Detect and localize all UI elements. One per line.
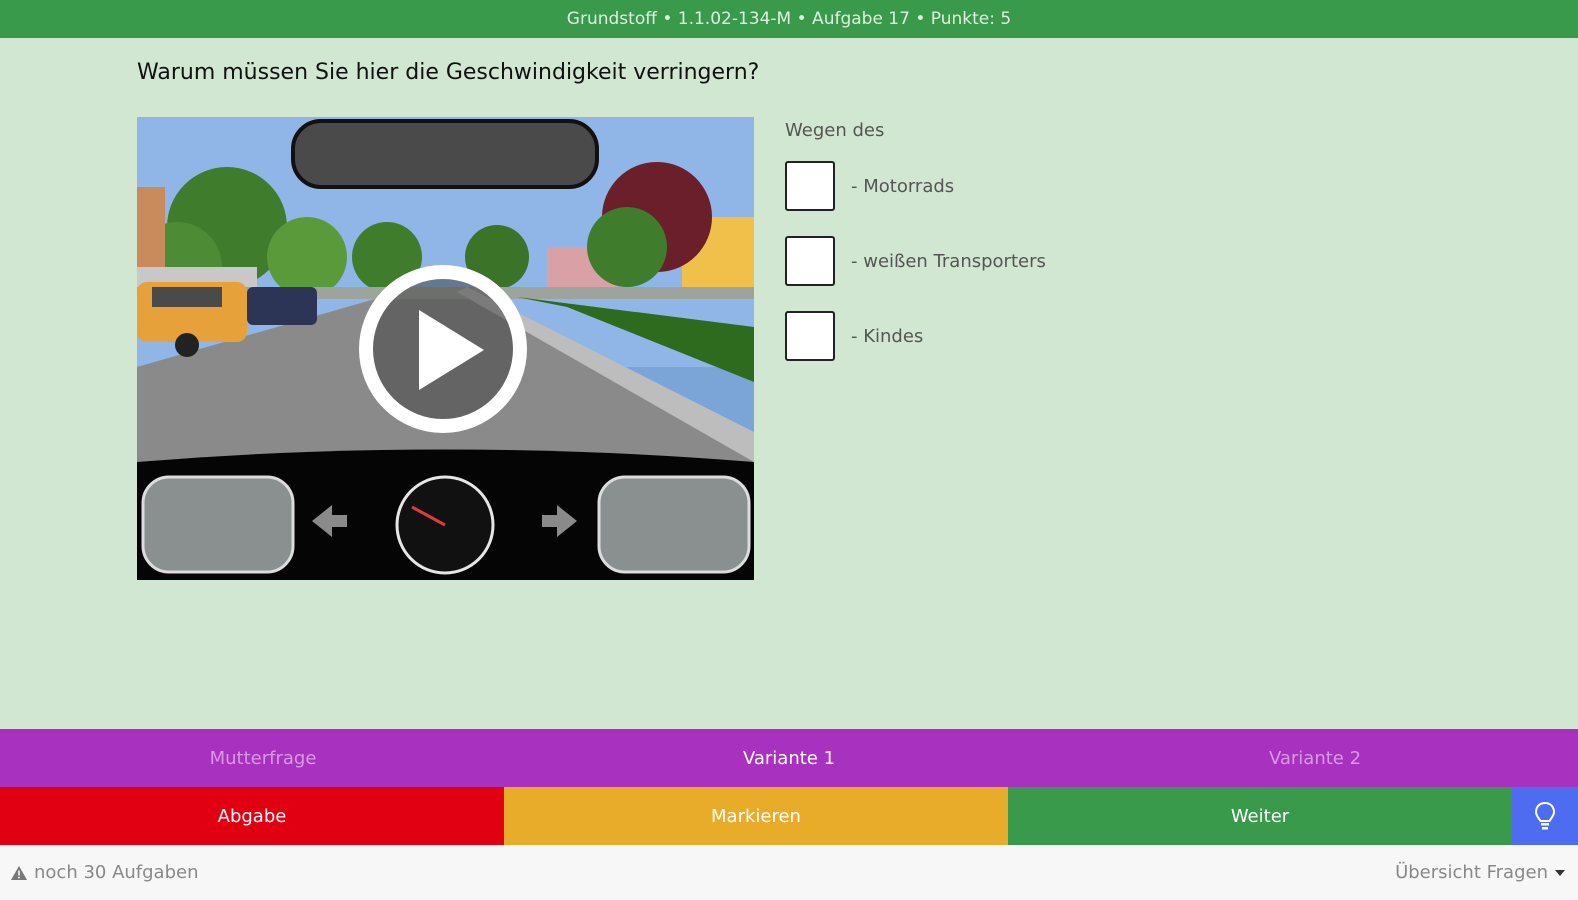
answer-text-1: - Motorrads bbox=[851, 175, 955, 197]
tab-variante-1[interactable]: Variante 1 bbox=[526, 729, 1052, 787]
header-title: Grundstoff • 1.1.02-134-M • Aufgabe 17 •… bbox=[566, 9, 1012, 29]
answer-panel: Wegen des - Motorrads - weißen Transport… bbox=[785, 118, 1046, 386]
overview-label: Übersicht Fragen bbox=[1395, 862, 1548, 883]
action-bar: Abgabe Markieren Weiter bbox=[0, 787, 1578, 845]
variant-tabs: Mutterfrage Variante 1 Variante 2 bbox=[0, 729, 1578, 787]
answer-option-2[interactable]: - weißen Transporters bbox=[785, 236, 1046, 286]
answer-checkbox-3[interactable] bbox=[785, 311, 835, 361]
header-bar: Grundstoff • 1.1.02-134-M • Aufgabe 17 •… bbox=[0, 0, 1578, 38]
answer-checkbox-1[interactable] bbox=[785, 161, 835, 211]
question-text: Warum müssen Sie hier die Geschwindigkei… bbox=[137, 60, 760, 85]
overview-dropdown[interactable]: Übersicht Fragen bbox=[1395, 862, 1566, 883]
tab-mutterfrage[interactable]: Mutterfrage bbox=[0, 729, 526, 787]
caret-down-icon bbox=[1555, 869, 1565, 876]
warning-icon bbox=[11, 865, 27, 880]
answer-checkbox-2[interactable] bbox=[785, 236, 835, 286]
answers-label: Wegen des bbox=[785, 120, 885, 141]
submit-button[interactable]: Abgabe bbox=[0, 787, 504, 845]
footer-bar: noch 30 Aufgaben Übersicht Fragen bbox=[0, 845, 1578, 900]
answer-text-2: - weißen Transporters bbox=[851, 250, 1046, 272]
next-button[interactable]: Weiter bbox=[1008, 787, 1512, 845]
mark-button[interactable]: Markieren bbox=[504, 787, 1008, 845]
answer-text-3: - Kindes bbox=[851, 325, 924, 347]
remaining-text: noch 30 Aufgaben bbox=[34, 862, 199, 883]
question-video[interactable] bbox=[137, 117, 754, 580]
tab-variante-2[interactable]: Variante 2 bbox=[1052, 729, 1578, 787]
hint-button[interactable] bbox=[1512, 787, 1578, 845]
answer-option-1[interactable]: - Motorrads bbox=[785, 161, 1046, 211]
answer-option-3[interactable]: - Kindes bbox=[785, 311, 1046, 361]
play-button[interactable] bbox=[359, 265, 527, 433]
lightbulb-icon bbox=[1534, 801, 1556, 830]
remaining-tasks: noch 30 Aufgaben bbox=[10, 862, 199, 883]
play-icon bbox=[419, 310, 484, 390]
